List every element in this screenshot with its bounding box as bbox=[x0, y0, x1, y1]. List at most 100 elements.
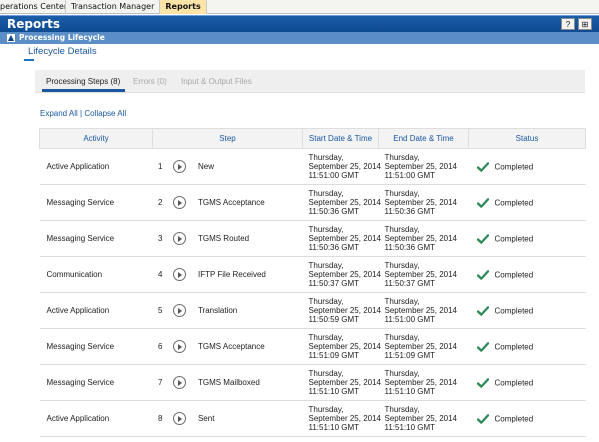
start-date: September 25, 2014 bbox=[308, 342, 382, 351]
tab-transaction-manager[interactable]: Transaction Manager bbox=[66, 0, 161, 14]
tab-reports[interactable]: Reports bbox=[160, 0, 207, 14]
start-day: Thursday, bbox=[308, 405, 344, 414]
table-row: Active Application 1 New Thursday, Septe… bbox=[39, 148, 586, 185]
end-date: September 25, 2014 bbox=[384, 162, 458, 171]
step-number: 8 bbox=[158, 413, 163, 423]
end-date: September 25, 2014 bbox=[384, 234, 458, 243]
step-name: TGMS Mailboxed bbox=[197, 377, 260, 387]
start-time: 11:51:00 GMT bbox=[308, 171, 360, 180]
breadcrumb-underline bbox=[24, 59, 34, 61]
step-number: 7 bbox=[158, 377, 163, 387]
end-day: Thursday, bbox=[384, 369, 420, 378]
play-icon[interactable] bbox=[172, 196, 186, 209]
table-row: Active Application 5 Translation Thursda… bbox=[39, 292, 586, 329]
status-cell: Completed bbox=[468, 148, 586, 185]
step-name: New bbox=[197, 161, 214, 171]
end-datetime-cell: Thursday, September 25, 2014 11:51:10 GM… bbox=[378, 364, 469, 401]
activity-cell: Messaging Service bbox=[39, 364, 153, 401]
end-day: Thursday, bbox=[384, 405, 420, 414]
column-header-end[interactable]: End Date & Time bbox=[378, 128, 469, 149]
end-date: September 25, 2014 bbox=[384, 270, 458, 279]
end-datetime-cell: Thursday, September 25, 2014 11:51:00 GM… bbox=[378, 292, 469, 329]
detail-tab-bar: Processing Steps (8) Errors (0) Input & … bbox=[35, 70, 585, 93]
start-day: Thursday, bbox=[308, 225, 344, 234]
step-name: Sent bbox=[197, 413, 215, 423]
start-day: Thursday, bbox=[308, 333, 344, 342]
table-row: Messaging Service 3 TGMS Routed Thursday… bbox=[39, 220, 586, 257]
end-day: Thursday, bbox=[384, 153, 420, 162]
start-day: Thursday, bbox=[308, 297, 344, 306]
step-cell: 4 IFTP File Received bbox=[152, 256, 303, 293]
status-text: Completed bbox=[494, 162, 534, 171]
end-time: 11:50:36 GMT bbox=[384, 207, 436, 216]
reports-title-bar: Reports ? ⊞ bbox=[0, 15, 599, 32]
start-time: 11:50:36 GMT bbox=[308, 207, 360, 216]
help-icon[interactable]: ? bbox=[561, 18, 575, 30]
start-time: 11:50:59 GMT bbox=[308, 315, 360, 324]
column-header-step[interactable]: Step bbox=[152, 128, 303, 149]
start-datetime-cell: Thursday, September 25, 2014 11:50:59 GM… bbox=[302, 292, 381, 329]
start-time: 11:51:10 GMT bbox=[308, 423, 360, 432]
activity-cell: Communication bbox=[39, 256, 153, 293]
collapse-all-link[interactable]: Collapse All bbox=[84, 109, 126, 118]
end-date: September 25, 2014 bbox=[384, 378, 458, 387]
step-name: TGMS Routed bbox=[197, 233, 250, 243]
play-icon[interactable] bbox=[172, 412, 186, 425]
start-date: September 25, 2014 bbox=[308, 234, 382, 243]
end-time: 11:51:10 GMT bbox=[384, 423, 436, 432]
start-day: Thursday, bbox=[308, 153, 344, 162]
expand-all-link[interactable]: Expand All bbox=[40, 109, 78, 118]
status-text: Completed bbox=[494, 198, 534, 207]
end-time: 11:51:00 GMT bbox=[384, 171, 436, 180]
play-icon[interactable] bbox=[172, 268, 186, 281]
tab-errors[interactable]: Errors (0) bbox=[133, 77, 167, 86]
end-datetime-cell: Thursday, September 25, 2014 11:51:09 GM… bbox=[378, 328, 469, 365]
activity-cell: Active Application bbox=[39, 400, 153, 437]
section-title: Processing Lifecycle bbox=[19, 33, 105, 42]
tab-operations-center[interactable]: perations Center bbox=[0, 0, 66, 14]
grid-icon[interactable]: ⊞ bbox=[578, 18, 592, 30]
top-tab-bar: perations Center Transaction Manager Rep… bbox=[0, 0, 599, 14]
start-datetime-cell: Thursday, September 25, 2014 11:50:36 GM… bbox=[302, 184, 382, 221]
link-separator: | bbox=[80, 109, 83, 118]
status-cell: Completed bbox=[468, 328, 586, 365]
play-icon[interactable] bbox=[172, 160, 186, 173]
column-header-activity[interactable]: Activity bbox=[39, 128, 153, 149]
play-icon[interactable] bbox=[172, 232, 186, 245]
checkmark-icon bbox=[476, 413, 489, 424]
step-name: TGMS Acceptance bbox=[197, 341, 265, 351]
end-date: September 25, 2014 bbox=[384, 306, 458, 315]
table-header-row: Activity Step Start Date & Time End Date… bbox=[39, 128, 586, 149]
checkmark-icon bbox=[476, 305, 489, 316]
start-datetime-cell: Thursday, September 25, 2014 11:51:09 GM… bbox=[302, 328, 382, 365]
start-datetime-cell: Thursday, September 25, 2014 11:50:36 GM… bbox=[302, 220, 382, 257]
activity-cell: Active Application bbox=[39, 292, 153, 329]
start-date: September 25, 2014 bbox=[308, 198, 382, 207]
status-text: Completed bbox=[494, 270, 534, 279]
column-header-status[interactable]: Status bbox=[468, 128, 586, 149]
step-cell: 5 Translation bbox=[152, 292, 303, 329]
play-icon[interactable] bbox=[172, 340, 186, 353]
end-date: September 25, 2014 bbox=[384, 198, 458, 207]
table-row: Messaging Service 6 TGMS Acceptance Thur… bbox=[39, 328, 586, 365]
tab-processing-steps[interactable]: Processing Steps (8) bbox=[41, 77, 126, 92]
tab-input-output-files[interactable]: Input & Output Files bbox=[181, 77, 252, 86]
step-number: 6 bbox=[158, 341, 163, 351]
processing-steps-table: Activity Step Start Date & Time End Date… bbox=[39, 128, 586, 437]
start-datetime-cell: Thursday, September 25, 2014 11:51:00 GM… bbox=[302, 148, 381, 185]
start-datetime-cell: Thursday, September 25, 2014 11:50:37 GM… bbox=[302, 256, 381, 293]
table-row: Messaging Service 2 TGMS Acceptance Thur… bbox=[39, 184, 586, 221]
table-row: Messaging Service 7 TGMS Mailboxed Thurs… bbox=[39, 364, 586, 401]
column-header-start[interactable]: Start Date & Time bbox=[302, 128, 379, 149]
play-icon[interactable] bbox=[172, 304, 186, 317]
table-row: Active Application 8 Sent Thursday, Sept… bbox=[39, 400, 586, 437]
step-name: Translation bbox=[197, 305, 238, 315]
collapse-toggle-icon[interactable]: ▲ bbox=[7, 34, 15, 42]
status-cell: Completed bbox=[468, 220, 586, 257]
status-text: Completed bbox=[494, 342, 534, 351]
end-datetime-cell: Thursday, September 25, 2014 11:51:10 GM… bbox=[378, 400, 469, 437]
activity-cell: Active Application bbox=[39, 148, 153, 185]
play-icon[interactable] bbox=[172, 376, 186, 389]
step-name: TGMS Acceptance bbox=[197, 197, 265, 207]
end-datetime-cell: Thursday, September 25, 2014 11:50:37 GM… bbox=[378, 256, 469, 293]
